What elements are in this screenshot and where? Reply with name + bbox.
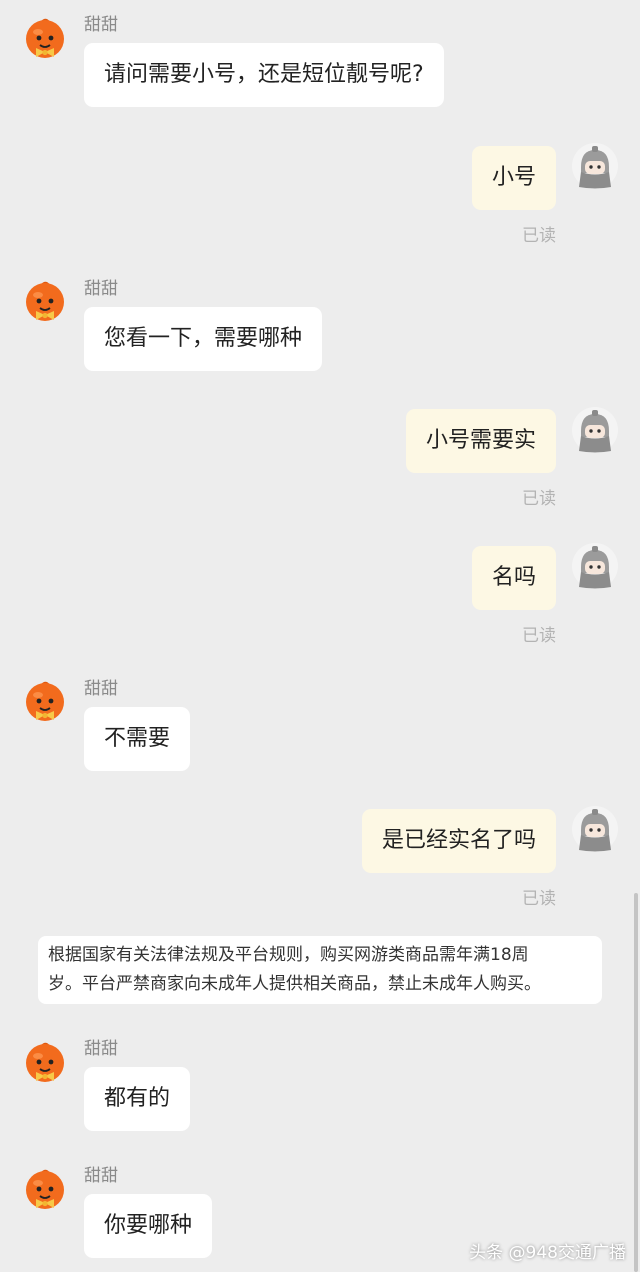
sender-name: 甜甜 [84, 279, 118, 299]
message-bubble-incoming[interactable]: 请问需要小号，还是短位靓号呢? [84, 43, 444, 107]
message-bubble-outgoing[interactable]: 名吗 [471, 546, 556, 610]
orange-mascot-icon[interactable] [22, 278, 68, 324]
message-bubble-outgoing[interactable]: 是已经实名了吗 [361, 809, 556, 873]
gray-helmet-avatar-icon[interactable] [572, 407, 618, 453]
orange-mascot-icon[interactable] [22, 15, 68, 61]
sender-name: 甜甜 [84, 1166, 118, 1186]
gray-helmet-avatar-icon[interactable] [572, 143, 618, 189]
read-status: 已读 [522, 226, 556, 246]
sender-name: 甜甜 [84, 679, 118, 699]
scrollbar[interactable] [634, 893, 638, 1272]
message-bubble-incoming[interactable]: 你要哪种 [84, 1194, 213, 1258]
gray-helmet-avatar-icon[interactable] [572, 543, 618, 589]
message-bubble-outgoing[interactable]: 小号 [471, 146, 556, 210]
message-bubble-incoming[interactable]: 都有的 [84, 1067, 191, 1131]
orange-mascot-icon[interactable] [22, 1039, 68, 1085]
read-status: 已读 [522, 626, 556, 646]
notice-line: 岁。平台严禁商家向未成年人提供相关商品，禁止未成年人购买。 [48, 974, 541, 994]
watermark-text: 头条 @948交通广播 [469, 1243, 626, 1263]
orange-mascot-icon[interactable] [22, 1166, 68, 1212]
message-bubble-incoming[interactable]: 您看一下，需要哪种 [84, 307, 323, 371]
gray-helmet-avatar-icon[interactable] [572, 806, 618, 852]
notice-line: 根据国家有关法律法规及平台规则，购买网游类商品需年满18周 [48, 945, 529, 965]
message-bubble-incoming[interactable]: 不需要 [84, 707, 191, 771]
orange-mascot-icon[interactable] [22, 678, 68, 724]
read-status: 已读 [522, 889, 556, 909]
message-bubble-outgoing[interactable]: 小号需要实 [405, 409, 556, 473]
sender-name: 甜甜 [84, 1039, 118, 1059]
sender-name: 甜甜 [84, 15, 118, 35]
age-restriction-notice: 根据国家有关法律法规及平台规则，购买网游类商品需年满18周 岁。平台严禁商家向未… [38, 936, 602, 1004]
read-status: 已读 [522, 489, 556, 509]
